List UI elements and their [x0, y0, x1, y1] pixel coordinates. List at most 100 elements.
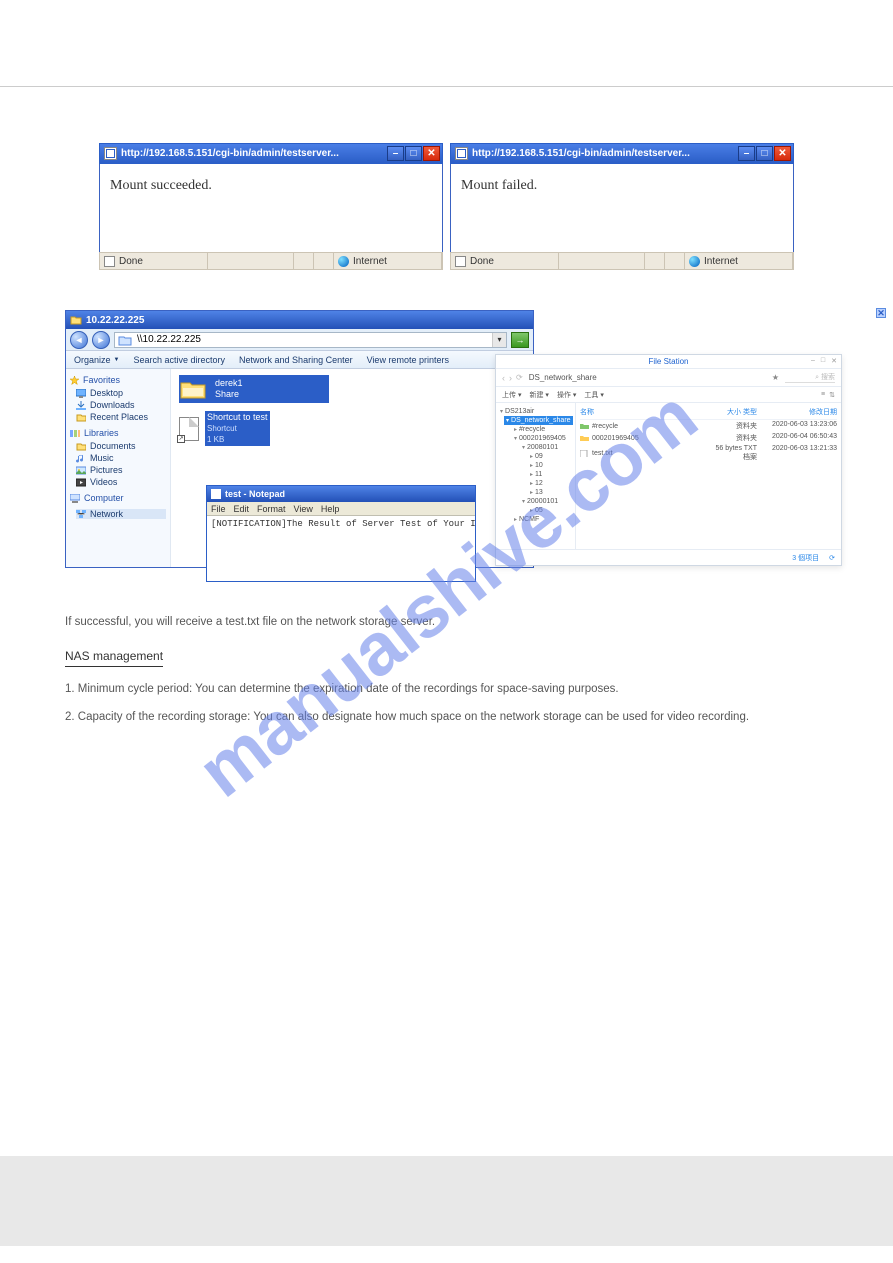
address-bar[interactable]: ▾: [114, 332, 507, 348]
fs-max-icon[interactable]: □: [821, 357, 825, 365]
recent-icon: [76, 413, 86, 422]
fs-close-icon[interactable]: ✕: [831, 357, 837, 365]
fs-fwd-icon[interactable]: ›: [509, 373, 512, 383]
downloads-icon: [76, 401, 86, 410]
fs-tree-recycle[interactable]: ▸#recycle: [512, 425, 573, 434]
tile-shortcut-test[interactable]: ↗ Shortcut to testShortcut1 KB: [179, 411, 270, 446]
toolbar-network-center[interactable]: Network and Sharing Center: [239, 355, 353, 365]
tree-videos[interactable]: Videos: [76, 477, 166, 487]
menu-help[interactable]: Help: [321, 504, 340, 514]
maximize-button[interactable]: □: [405, 146, 422, 161]
tree-favorites-header[interactable]: Favorites: [70, 375, 166, 385]
tree-network[interactable]: Network: [76, 509, 166, 519]
menu-file[interactable]: File: [211, 504, 226, 514]
ie-titlebar[interactable]: http://192.168.5.151/cgi-bin/admin/tests…: [99, 143, 443, 164]
notepad-window: test - Notepad File Edit Format View Hel…: [206, 485, 476, 582]
fs-row[interactable]: 000201969405 资料夹 2020-06-04 06:50:43: [580, 432, 837, 444]
fs-breadcrumb[interactable]: DS_network_share: [529, 373, 597, 382]
notepad-icon: [211, 489, 221, 499]
ie-titlebar[interactable]: http://192.168.5.151/cgi-bin/admin/tests…: [450, 143, 794, 164]
address-input[interactable]: [135, 334, 492, 345]
fs-tb-new[interactable]: 新建 ▾: [529, 390, 548, 400]
fs-footer: 3 個项目 ⟳: [496, 549, 841, 565]
minimize-button[interactable]: –: [387, 146, 404, 161]
explorer-titlebar[interactable]: 10.22.22.225: [66, 311, 533, 329]
back-button[interactable]: ◄: [70, 331, 88, 349]
explorer-tree: Favorites Desktop Downloads Recent Place…: [66, 369, 171, 567]
tree-downloads[interactable]: Downloads: [76, 400, 166, 410]
notepad-titlebar[interactable]: test - Notepad: [207, 486, 475, 502]
fs-tree-share[interactable]: ▾DS_network_share: [504, 416, 573, 425]
tree-recent[interactable]: Recent Places: [76, 412, 166, 422]
tree-music[interactable]: Music: [76, 453, 166, 463]
status-done: Done: [119, 256, 143, 267]
maximize-button[interactable]: □: [756, 146, 773, 161]
explorer-toolbar: Organize▼ Search active directory Networ…: [66, 351, 533, 369]
tile-folder-derek1[interactable]: derek1Share: [179, 375, 329, 403]
fs-row[interactable]: #recycle 资料夹 2020-06-03 13:23:06: [580, 420, 837, 432]
computer-icon: [70, 494, 80, 503]
notepad-body[interactable]: [NOTIFICATION]The Result of Server Test …: [207, 516, 475, 581]
pictures-icon: [76, 466, 86, 475]
folder-icon: [580, 435, 589, 442]
header-whitespace: [0, 0, 893, 76]
toolbar-organize[interactable]: Organize▼: [74, 355, 119, 365]
menu-edit[interactable]: Edit: [234, 504, 250, 514]
minimize-button[interactable]: –: [738, 146, 755, 161]
fs-reload-icon[interactable]: ⟳: [829, 554, 835, 562]
forward-button[interactable]: ►: [92, 331, 110, 349]
fs-row[interactable]: test.txt 56 bytes TXT 档案 2020-06-03 13:2…: [580, 444, 837, 463]
close-button[interactable]: ✕: [423, 146, 440, 161]
fs-title-text: File Station: [648, 357, 688, 366]
toolbar-search-ad[interactable]: Search active directory: [133, 355, 225, 365]
fs-list: 名称 大小 类型 修改日期 #recycle 资料夹 2020-06-03 13…: [576, 403, 841, 549]
menu-format[interactable]: Format: [257, 504, 286, 514]
fs-tree-leaf[interactable]: ▸05: [528, 506, 573, 515]
fs-tree-leaf[interactable]: ▸09: [528, 452, 573, 461]
fs-tree-date1[interactable]: ▾20080101: [520, 443, 573, 452]
fs-tree-leaf[interactable]: ▸10: [528, 461, 573, 470]
share-folder-icon: [179, 378, 207, 400]
txt-file-icon: [580, 450, 589, 457]
fs-min-icon[interactable]: –: [811, 357, 815, 365]
fs-tree-leaf[interactable]: ▸12: [528, 479, 573, 488]
fs-tb-upload[interactable]: 上传 ▾: [502, 390, 521, 400]
close-button[interactable]: ✕: [774, 146, 791, 161]
para-min-cycle: 1. Minimum cycle period: You can determi…: [65, 681, 794, 698]
fs-tree-date2[interactable]: ▾20000101: [520, 497, 573, 506]
go-button[interactable]: →: [511, 332, 529, 348]
ie-page-icon: [104, 147, 117, 160]
fs-tree-ncmf[interactable]: ▸NCMF: [512, 515, 573, 524]
menu-view[interactable]: View: [294, 504, 313, 514]
fs-search[interactable]: ⌕ 搜索: [785, 372, 835, 383]
status-zone: Internet: [704, 256, 738, 267]
network-folder-icon: [118, 334, 132, 346]
fs-tree-leaf[interactable]: ▸13: [528, 488, 573, 497]
fs-reload-icon[interactable]: ⟳: [516, 373, 523, 382]
tree-pictures[interactable]: Pictures: [76, 465, 166, 475]
tree-desktop[interactable]: Desktop: [76, 388, 166, 398]
ie-popup-success: http://192.168.5.151/cgi-bin/admin/tests…: [99, 143, 443, 270]
ie-statusbar: Done Internet: [99, 252, 443, 270]
status-done: Done: [470, 256, 494, 267]
fs-view-list-icon[interactable]: ≡: [821, 391, 825, 399]
tree-documents[interactable]: Documents: [76, 441, 166, 451]
fs-tb-tools[interactable]: 工具 ▾: [584, 390, 603, 400]
address-dropdown[interactable]: ▾: [492, 333, 506, 347]
fs-tree: ▾DS213air ▾DS_network_share ▸#recycle ▾0…: [496, 403, 576, 549]
fs-view-sort-icon[interactable]: ⇅: [829, 391, 835, 399]
explorer-area: 10.22.22.225 ✕ ◄ ► ▾ → Organize▼ Search …: [65, 310, 828, 568]
fs-columns[interactable]: 名称 大小 类型 修改日期: [580, 405, 837, 420]
tree-computer[interactable]: Computer: [70, 493, 166, 503]
explorer-close-x[interactable]: ✕: [876, 308, 886, 318]
toolbar-view-printers[interactable]: View remote printers: [367, 355, 449, 365]
fs-tb-action[interactable]: 操作 ▾: [557, 390, 576, 400]
section-nas-management: NAS management: [65, 647, 163, 667]
fs-tree-leaf[interactable]: ▸11: [528, 470, 573, 479]
fs-titlebar[interactable]: File Station – □ ✕: [496, 355, 841, 369]
fs-back-icon[interactable]: ‹: [502, 373, 505, 383]
fs-tree-device[interactable]: ▾000201969405: [512, 434, 573, 443]
para-capacity: 2. Capacity of the recording storage: Yo…: [65, 709, 794, 726]
fs-tree-root[interactable]: ▾DS213air: [498, 407, 573, 416]
tree-libraries-header[interactable]: Libraries: [70, 428, 166, 438]
